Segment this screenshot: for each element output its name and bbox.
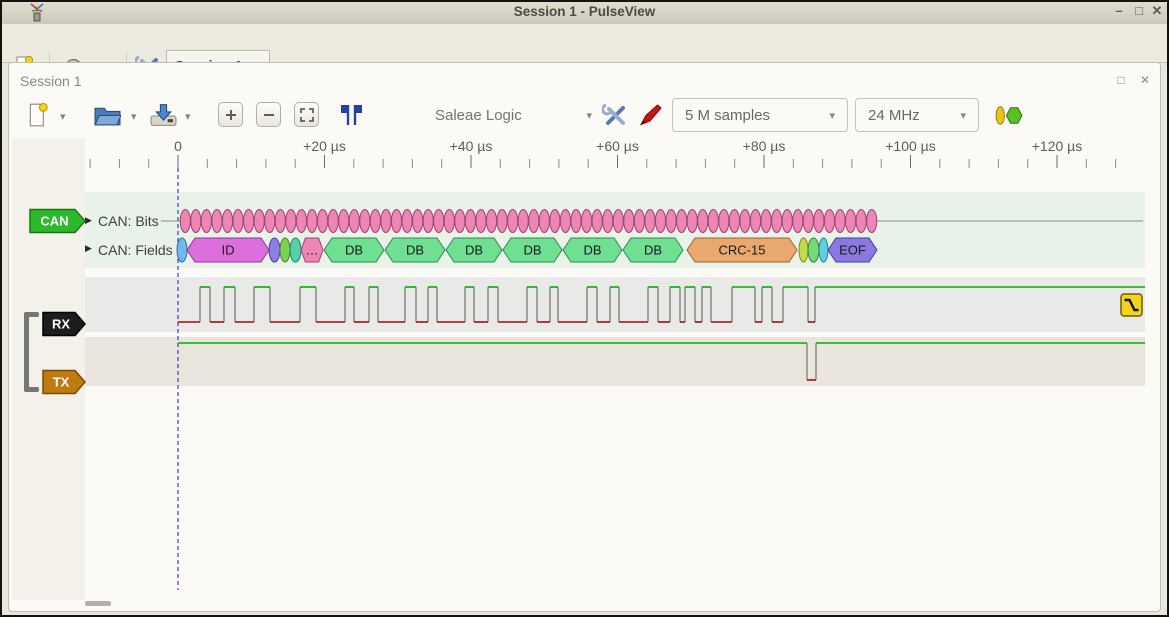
new-file-button[interactable] <box>28 102 50 128</box>
device-caret-icon: ▾ <box>586 109 592 122</box>
sample-count-select[interactable]: 5 M samples ▾ <box>672 98 848 132</box>
rx-row-background[interactable] <box>85 277 1145 332</box>
new-file-icon <box>28 102 50 128</box>
sample-rate-caret-icon: ▾ <box>960 109 966 122</box>
open-folder-icon <box>94 104 121 127</box>
cursors-flags-icon <box>338 102 365 128</box>
main-toolbar: Run Session 1 ✕ <box>0 24 1169 63</box>
maximize-button[interactable]: □ <box>1130 2 1148 20</box>
zoom-in-button[interactable] <box>218 102 243 127</box>
tx-row-background[interactable] <box>85 337 1145 386</box>
zoom-fit-icon <box>299 107 315 123</box>
open-button[interactable] <box>94 104 121 127</box>
device-label: Saleae Logic <box>435 107 522 124</box>
window-titlebar[interactable]: Session 1 - PulseView – □ ✕ <box>0 0 1169 25</box>
session-float-button[interactable]: □ <box>1112 72 1130 88</box>
window-title: Session 1 - PulseView <box>0 4 1169 19</box>
sample-rate-value: 24 MHz <box>868 107 920 124</box>
configure-device-button[interactable] <box>602 102 628 128</box>
can-fields-expander-icon[interactable]: ▶ <box>85 243 92 254</box>
wrench-screwdriver-icon <box>602 102 628 128</box>
signal-group-bracket <box>24 312 29 392</box>
minimize-button[interactable]: – <box>1110 2 1128 20</box>
signal-group-bracket <box>24 312 39 317</box>
save-button[interactable] <box>150 102 177 128</box>
sample-rate-select[interactable]: 24 MHz ▾ <box>855 98 979 132</box>
can-bits-row-label[interactable]: CAN: Bits <box>98 213 159 229</box>
add-decoder-button[interactable] <box>993 104 1024 127</box>
pulseview-window: Session 1 - PulseView – □ ✕ Run Session … <box>0 0 1169 617</box>
zoom-out-button[interactable] <box>256 102 281 127</box>
save-caret-icon[interactable]: ▾ <box>185 110 191 123</box>
sample-count-caret-icon: ▾ <box>829 109 835 122</box>
decoder-row-background[interactable] <box>85 192 1145 268</box>
open-caret-icon[interactable]: ▾ <box>131 110 137 123</box>
device-select[interactable]: Saleae Logic ▾ <box>420 98 592 132</box>
signal-group-bracket <box>24 387 39 392</box>
close-button[interactable]: ✕ <box>1148 2 1166 20</box>
channels-button[interactable] <box>638 101 664 128</box>
zoom-in-icon <box>223 107 239 123</box>
save-icon <box>150 102 177 128</box>
new-file-caret-icon[interactable]: ▾ <box>60 110 66 123</box>
session-panel-title: Session 1 <box>20 73 81 89</box>
zoom-fit-button[interactable] <box>294 102 319 127</box>
probe-icon <box>638 101 664 128</box>
trace-label-gutter <box>12 138 85 600</box>
can-bits-expander-icon[interactable]: ▶ <box>85 215 92 226</box>
decoder-annotations-icon <box>993 104 1024 127</box>
sample-count-value: 5 M samples <box>685 107 770 124</box>
zoom-out-icon <box>261 107 277 123</box>
show-cursors-button[interactable] <box>338 102 365 128</box>
timeline-ruler[interactable] <box>85 138 1145 170</box>
can-fields-row-label[interactable]: CAN: Fields <box>98 242 173 258</box>
horizontal-scrollbar-thumb[interactable] <box>85 601 111 606</box>
session-close-button[interactable]: ✕ <box>1136 72 1154 88</box>
